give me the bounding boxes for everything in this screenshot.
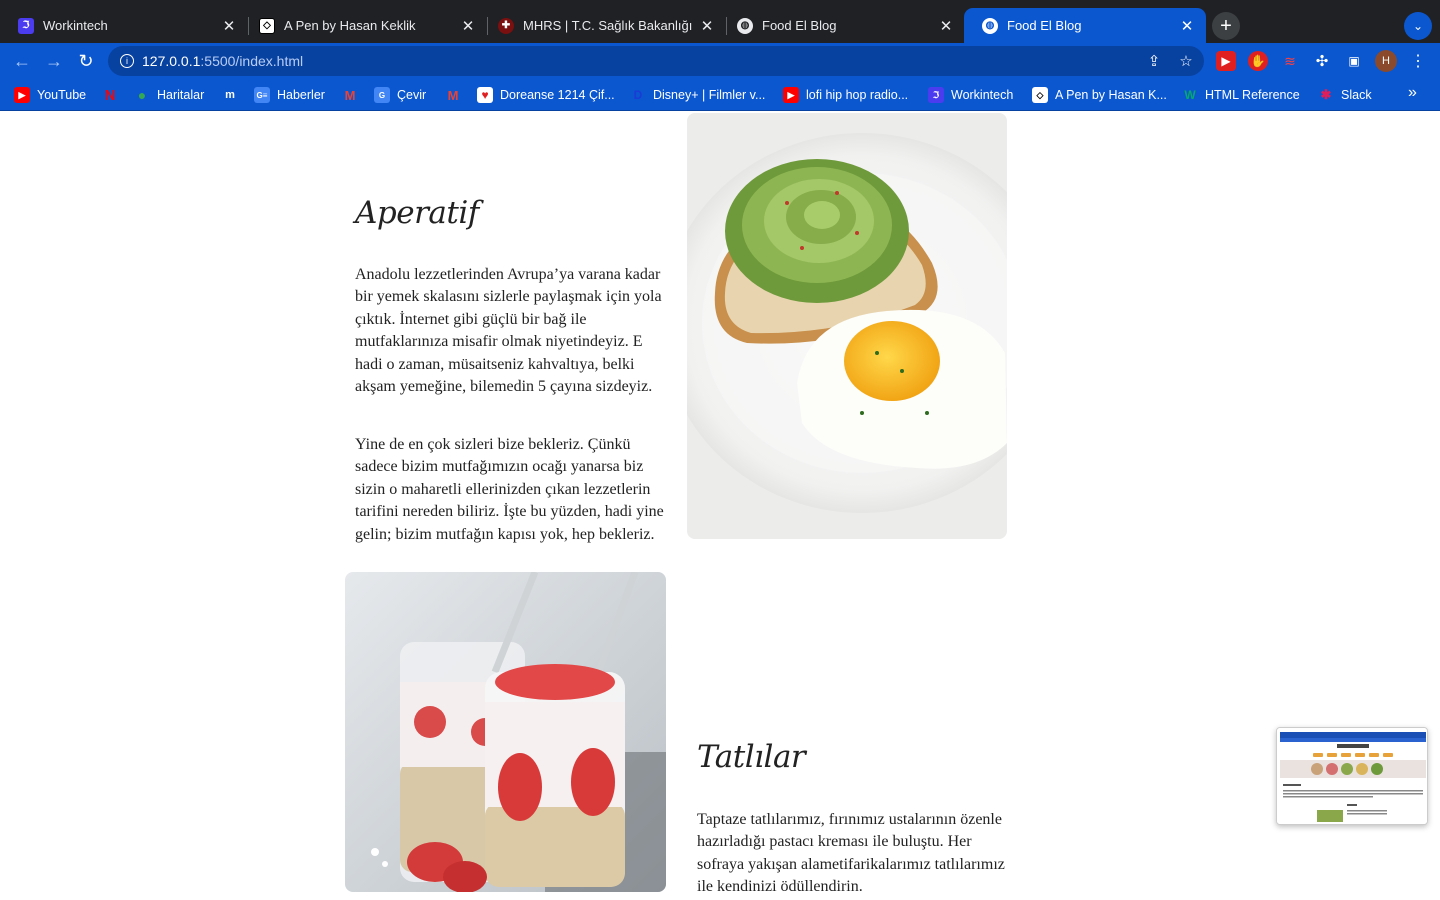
bookmark-translate[interactable]: G Çevir <box>374 86 426 104</box>
section-title-tatlilar: Tatlılar <box>697 739 806 775</box>
m-icon: m <box>225 89 235 101</box>
aperatif-paragraph-1: Anadolu lezzetlerinden Avrupa’ya varana … <box>355 266 662 396</box>
gmail-icon: M <box>447 87 459 103</box>
extension-red-icon[interactable]: ▶ <box>1216 51 1236 71</box>
tab-title: Food El Blog <box>1007 18 1082 33</box>
heart-icon: ♥ <box>477 87 493 103</box>
tab-food-el-blog[interactable]: ◍ Food El Blog ✕ <box>719 8 965 43</box>
netflix-icon: N <box>104 86 116 104</box>
site-info-icon[interactable]: i <box>120 54 134 68</box>
avocado-toast-image <box>687 113 1007 539</box>
share-icon[interactable]: ⇪ <box>1140 46 1168 76</box>
url-host: 127.0.0.1 <box>142 53 201 69</box>
tab-codepen[interactable]: ◇ A Pen by Hasan Keklik ✕ <box>241 8 487 43</box>
slack-icon: ✱ <box>1320 87 1332 102</box>
close-icon[interactable]: ✕ <box>698 17 716 35</box>
tab-title: MHRS | T.C. Sağlık Bakanlığı <box>523 18 693 33</box>
address-bar[interactable]: i 127.0.0.1:5500/index.html ⇪ ☆ <box>108 46 1204 76</box>
strawberry-parfait-image <box>345 572 666 892</box>
page-viewport: Aperatif Anadolu lezzetlerinden Avrupa’y… <box>0 112 1440 900</box>
browser-toolbar: ← → ↻ i 127.0.0.1:5500/index.html ⇪ ☆ ▶ … <box>0 43 1440 79</box>
side-panel-icon[interactable]: ▣ <box>1344 51 1364 71</box>
bookmarks-bar: ▶ YouTube N ● Haritalar m G≡ Haberler M G Çe… <box>0 79 1440 111</box>
bookmark-label: Workintech <box>951 88 1014 102</box>
globe-icon: ◍ <box>982 17 998 34</box>
gmail-icon: M <box>344 87 356 103</box>
bookmarks-overflow-icon[interactable]: » <box>1408 84 1417 102</box>
mhrs-icon: ✚ <box>498 17 514 34</box>
w3-icon: W <box>1184 88 1196 102</box>
section-title-aperatif: Aperatif <box>355 195 479 231</box>
new-tab-button[interactable]: + <box>1212 12 1240 40</box>
bookmark-gmail[interactable]: M <box>342 86 365 104</box>
bookmark-label: Disney+ | Filmler v... <box>653 88 766 102</box>
bookmark-label: A Pen by Hasan K... <box>1055 88 1167 102</box>
bookmark-label: lofi hip hop radio... <box>806 88 909 102</box>
tab-mhrs[interactable]: ✚ MHRS | T.C. Sağlık Bakanlığı ✕ <box>480 8 726 43</box>
reload-button[interactable]: ↻ <box>72 47 100 75</box>
close-icon[interactable]: ✕ <box>459 17 477 35</box>
aperatif-paragraph-2: Yine de en çok sizleri bize bekleriz. Çü… <box>355 436 664 543</box>
news-icon: G≡ <box>254 87 270 103</box>
bookmark-m[interactable]: m <box>222 86 245 104</box>
tab-strip: ℑ Workintech ✕ ◇ A Pen by Hasan Keklik ✕… <box>0 0 1440 43</box>
bookmark-codepen[interactable]: ◇ A Pen by Hasan K... <box>1032 86 1167 104</box>
url-path: :5500/index.html <box>200 53 304 69</box>
extension-stack-icon[interactable]: ≋ <box>1280 51 1300 71</box>
bookmark-slack[interactable]: ✱ Slack <box>1318 86 1372 104</box>
bookmark-label: Doreanse 1214 Çif... <box>500 88 615 102</box>
adblock-icon[interactable]: ✋ <box>1248 51 1268 71</box>
tab-title: Food El Blog <box>762 18 837 33</box>
tab-title: A Pen by Hasan Keklik <box>284 18 416 33</box>
extensions-puzzle-icon[interactable]: ✣ <box>1312 51 1332 71</box>
menu-kebab-icon[interactable]: ⋮ <box>1408 51 1428 71</box>
bookmark-gmail-2[interactable]: M <box>445 86 468 104</box>
close-icon[interactable]: ✕ <box>1178 17 1196 35</box>
tatlilar-paragraph-1: Taptaze tatlılarımız, fırınımız ustaları… <box>697 811 1005 896</box>
bookmark-label: YouTube <box>37 88 87 102</box>
close-icon[interactable]: ✕ <box>937 17 955 35</box>
codepen-icon: ◇ <box>1032 87 1048 103</box>
workintech-icon: ℑ <box>18 17 34 34</box>
bookmark-youtube[interactable]: ▶ YouTube <box>14 86 86 104</box>
bookmark-label: Slack <box>1341 88 1372 102</box>
tab-search-button[interactable]: ⌄ <box>1404 12 1432 40</box>
bookmark-disney[interactable]: D Disney+ | Filmler v... <box>630 86 766 104</box>
avatar[interactable]: H <box>1375 50 1397 72</box>
tab-workintech[interactable]: ℑ Workintech ✕ <box>0 8 248 43</box>
back-button[interactable]: ← <box>8 47 36 75</box>
workintech-icon: ℑ <box>928 87 944 103</box>
globe-icon: ◍ <box>737 17 753 34</box>
bookmark-label: Haberler <box>277 88 325 102</box>
tab-title: Workintech <box>43 18 108 33</box>
translate-icon: G <box>374 87 390 103</box>
bookmark-label: Çevir <box>397 88 427 102</box>
forward-button[interactable]: → <box>40 47 68 75</box>
close-icon[interactable]: ✕ <box>220 17 238 35</box>
bookmark-netflix[interactable]: N <box>102 86 125 104</box>
bookmark-star-icon[interactable]: ☆ <box>1172 46 1200 76</box>
bookmark-doreanse[interactable]: ♥ Doreanse 1214 Çif... <box>477 86 615 104</box>
bookmark-lofi[interactable]: ▶ lofi hip hop radio... <box>783 86 908 104</box>
bookmark-news[interactable]: G≡ Haberler <box>254 86 325 104</box>
tab-food-el-blog-active[interactable]: ◍ Food El Blog ✕ <box>964 8 1206 43</box>
bookmark-label: Haritalar <box>157 88 205 102</box>
youtube-icon: ▶ <box>783 87 799 103</box>
bookmark-html-reference[interactable]: W HTML Reference <box>1182 86 1300 104</box>
codepen-icon: ◇ <box>259 17 275 34</box>
maps-icon: ● <box>137 87 147 103</box>
bookmark-maps[interactable]: ● Haritalar <box>134 86 204 104</box>
page-preview-thumbnail[interactable] <box>1276 727 1428 825</box>
disney-icon: D <box>633 88 643 102</box>
bookmark-workintech[interactable]: ℑ Workintech <box>928 86 1013 104</box>
bookmark-label: HTML Reference <box>1205 88 1300 102</box>
youtube-icon: ▶ <box>14 87 30 103</box>
